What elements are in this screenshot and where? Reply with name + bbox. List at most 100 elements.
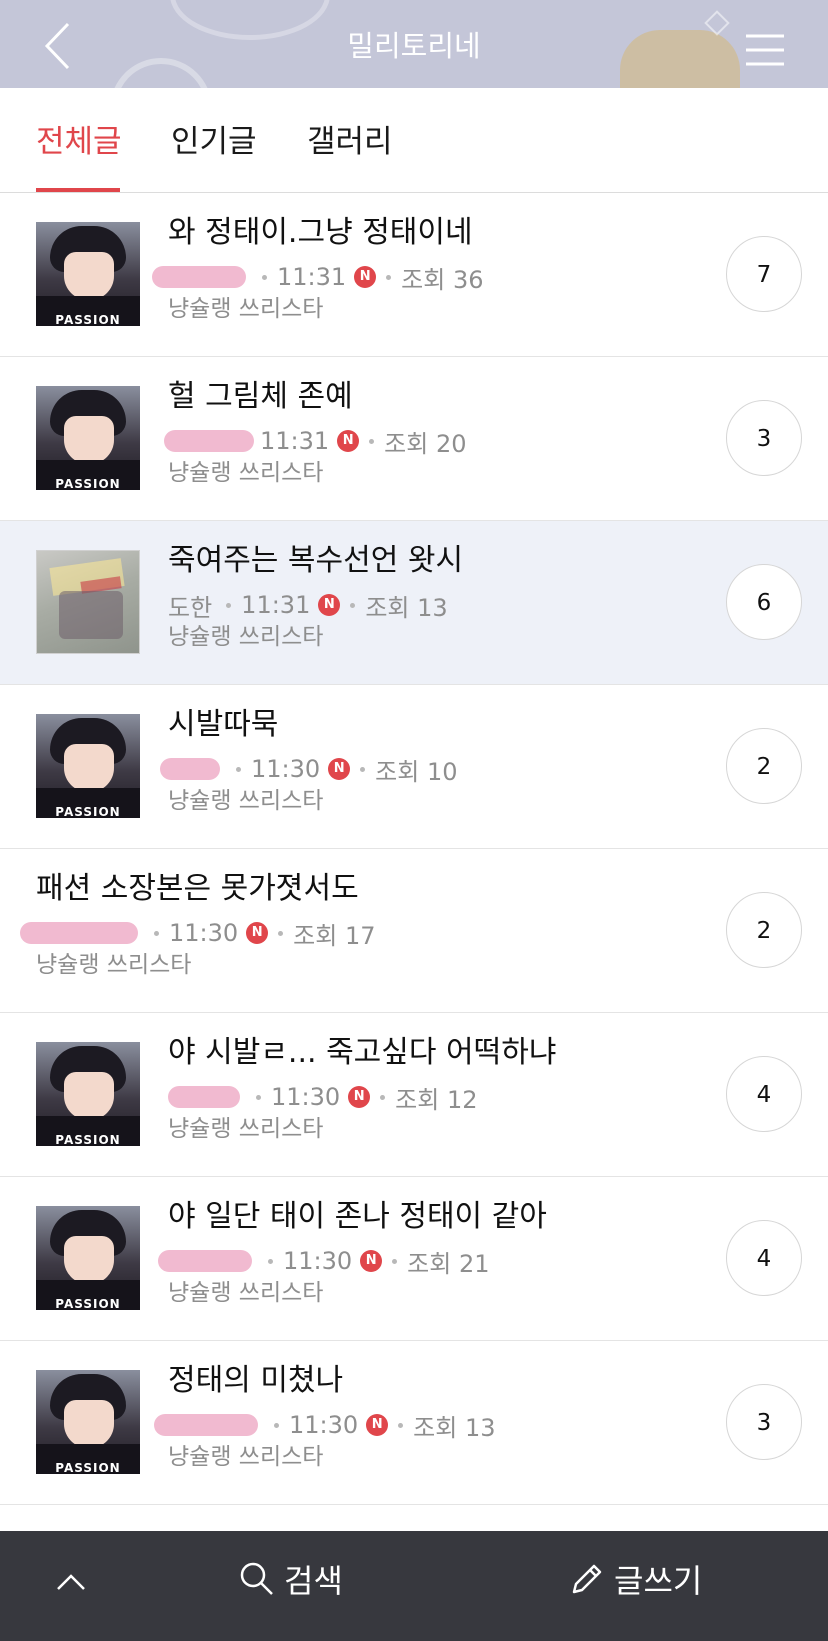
comment-count[interactable]: 3 [726,1384,802,1460]
post-thumbnail: PASSION [36,386,140,490]
post-views: 조회 17 [293,921,376,950]
post-meta: 11:30 N 조회 12 [168,1080,478,1114]
post-title: 야 시발ㄹ... 죽고싶다 어떡하냐 [168,1035,557,1070]
write-button-label: 글쓰기 [614,1562,703,1600]
comment-count[interactable]: 4 [726,1056,802,1132]
comment-count[interactable]: 2 [726,728,802,804]
tab-all-posts[interactable]: 전체글 [36,88,122,192]
post-views: 조회 10 [375,757,458,786]
post-board-name: 냥슐랭 쓰리스타 [168,296,324,322]
hamburger-menu-icon [746,34,784,66]
post-board-name: 냥슐랭 쓰리스타 [168,460,324,486]
post-list-item[interactable]: PASSION 야 시발ㄹ... 죽고싶다 어떡하냐 11:30 N 조회 12… [0,1013,828,1177]
post-list-item[interactable]: PASSION 정태의 미쳤나 11:30 N 조회 13 냥슐랭 쓰리스타 3 [0,1341,828,1505]
post-list-item[interactable]: 죽여주는 복수선언 왓시 도한 11:31 N 조회 13 냥슐랭 쓰리스타 6 [0,521,828,685]
separator-dot [380,1094,386,1100]
chevron-left-icon [44,22,70,70]
thumbnail-logo: PASSION [55,805,121,818]
post-meta: 도한 11:31 N 조회 13 [168,588,448,622]
post-board-name: 냥슐랭 쓰리스타 [168,1444,324,1470]
post-meta: 11:30 N 조회 13 [154,1408,496,1442]
post-title: 헐 그림체 존예 [168,379,353,414]
thumbnail-logo: PASSION [55,477,121,490]
separator-dot [274,1422,279,1428]
scroll-to-top-button[interactable] [46,1557,96,1607]
comment-count[interactable]: 7 [726,236,802,312]
separator-dot [386,274,392,280]
comment-count[interactable]: 4 [726,1220,802,1296]
post-list-item[interactable]: PASSION 야 일단 태이 존나 정태이 같아 11:30 N 조회 21 … [0,1177,828,1341]
new-badge: N [328,758,351,780]
post-thumbnail: PASSION [36,714,140,818]
header-background-decoration [620,30,740,88]
post-views: 조회 21 [407,1249,490,1278]
header-background-decoration [110,58,212,88]
post-board-name: 냥슐랭 쓰리스타 [36,952,192,978]
menu-button[interactable] [740,28,790,72]
post-thumbnail: PASSION [36,1370,140,1474]
chevron-up-icon [57,1574,85,1590]
thumbnail-logo: PASSION [55,1297,121,1310]
separator-dot [350,602,356,608]
post-title: 죽여주는 복수선언 왓시 [168,543,464,578]
post-list-item[interactable]: PASSION 와 정태이.그냥 정태이네 11:31 N 조회 36 냥슐랭 … [0,193,828,357]
search-button[interactable]: 검색 [238,1549,343,1609]
back-button[interactable] [38,20,88,70]
separator-dot [268,1258,273,1264]
separator-dot [398,1422,404,1428]
new-badge: N [318,594,341,616]
post-thumbnail: PASSION [36,222,140,326]
new-badge: N [246,922,269,944]
post-list-item[interactable]: PASSION 시발따묵 11:30 N 조회 10 냥슐랭 쓰리스타 2 [0,685,828,849]
post-views: 조회 12 [395,1085,478,1114]
author-redacted [158,1250,252,1272]
pencil-icon [572,1564,602,1594]
post-board-name: 냥슐랭 쓰리스타 [168,624,324,650]
post-time: 11:30 [251,755,321,783]
post-meta: 11:31 N 조회 20 [164,424,467,458]
post-board-name: 냥슐랭 쓰리스타 [168,788,324,814]
new-badge: N [348,1086,371,1108]
thumbnail-logo: PASSION [55,1133,121,1146]
post-title: 야 일단 태이 존나 정태이 같아 [168,1199,547,1234]
separator-dot [392,1258,398,1264]
post-time: 11:30 [271,1083,341,1111]
post-author: 도한 [168,593,213,622]
post-meta: 11:31 N 조회 36 [152,260,484,294]
new-badge: N [337,430,360,452]
new-badge: N [354,266,377,288]
post-views: 조회 20 [384,429,467,458]
comment-count[interactable]: 2 [726,892,802,968]
thumbnail-logo: PASSION [55,1461,121,1474]
tab-popular-posts[interactable]: 인기글 [171,88,257,192]
post-title: 시발따묵 [168,707,279,742]
author-redacted [160,758,220,780]
post-board-name: 냥슐랭 쓰리스타 [168,1280,324,1306]
author-redacted [164,430,254,452]
post-list-item[interactable]: PASSION 헐 그림체 존예 11:31 N 조회 20 냥슐랭 쓰리스타 … [0,357,828,521]
author-redacted [152,266,246,288]
post-meta: 11:30 N 조회 17 [20,916,376,950]
separator-dot [278,930,284,936]
post-meta: 11:30 N 조회 10 [160,752,458,786]
separator-dot [226,602,232,608]
author-redacted [168,1086,240,1108]
post-time: 11:31 [260,427,330,455]
post-title: 와 정태이.그냥 정태이네 [168,215,473,250]
post-thumbnail: PASSION [36,1206,140,1310]
comment-count[interactable]: 3 [726,400,802,476]
post-time: 11:31 [277,263,347,291]
post-list-item[interactable]: 패션 소장본은 못가졋서도 11:30 N 조회 17 냥슐랭 쓰리스타 2 [0,849,828,1013]
separator-dot [154,930,159,936]
active-tab-indicator [36,188,120,192]
post-meta: 11:30 N 조회 21 [158,1244,490,1278]
separator-dot [236,766,241,772]
new-badge: N [360,1250,383,1272]
write-post-button[interactable]: 글쓰기 [568,1549,702,1609]
tab-gallery[interactable]: 갤러리 [307,88,393,192]
post-thumbnail [36,550,140,654]
post-time: 11:30 [289,1411,359,1439]
post-time: 11:30 [169,919,239,947]
post-board-name: 냥슐랭 쓰리스타 [168,1116,324,1142]
comment-count[interactable]: 6 [726,564,802,640]
